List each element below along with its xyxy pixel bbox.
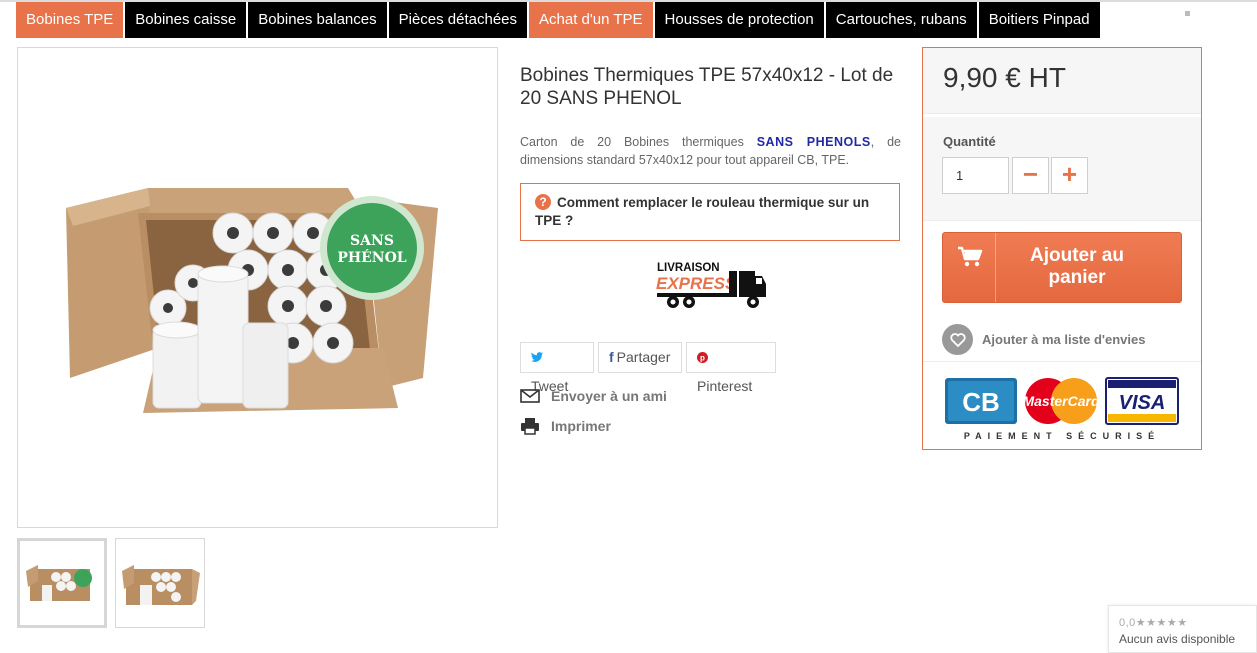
product-description: Carton de 20 Bobines thermiques SANS PHE… <box>520 133 901 169</box>
description-prefix: Carton de 20 Bobines thermiques <box>520 135 757 149</box>
buy-panel: 9,90 € HT Quantité 1 − + Ajouter au pani… <box>922 47 1202 450</box>
add-to-cart-label: Ajouter au panier <box>1030 245 1124 288</box>
thumbnail-2[interactable] <box>115 538 205 628</box>
send-to-friend-link[interactable]: Envoyer à un ami <box>520 386 667 406</box>
thumbnail-1[interactable] <box>17 538 107 628</box>
panel-divider <box>923 361 1201 362</box>
secure-payment-label: PAIEMENT SÉCURISÉ <box>963 431 1161 441</box>
livraison-line1: LIVRAISON <box>657 262 720 274</box>
product-title: Bobines Thermiques TPE 57x40x12 - Lot de… <box>520 65 894 109</box>
rating-stars: 0,0★★★★★ <box>1119 617 1188 629</box>
cart-icon <box>957 246 983 273</box>
nav-item-bobines-balances[interactable]: Bobines balances <box>248 2 387 38</box>
nav-overflow-marker <box>1185 11 1190 16</box>
question-icon: ? <box>535 194 551 210</box>
svg-text:p: p <box>700 354 705 363</box>
nav-item-cartouches[interactable]: Cartouches, rubans <box>825 2 977 38</box>
price-box: 9,90 € HT <box>923 48 1201 114</box>
category-nav: Bobines TPE Bobines caisse Bobines balan… <box>16 2 1102 38</box>
pinterest-icon: p <box>697 349 708 365</box>
quantity-decrease-button[interactable]: − <box>1012 157 1049 194</box>
tweet-button[interactable]: Tweet <box>520 342 594 394</box>
no-reviews-label: Aucun avis disponible <box>1119 632 1236 646</box>
nav-item-bobines-caisse[interactable]: Bobines caisse <box>125 2 247 38</box>
quantity-box: Quantité 1 − + <box>923 117 1201 221</box>
visa-logo: VISA <box>1119 392 1166 414</box>
cb-card-logo: CB <box>962 387 1000 417</box>
help-text: Comment remplacer le rouleau thermique s… <box>535 195 870 228</box>
print-label: Imprimer <box>551 418 611 434</box>
envelope-icon <box>520 386 540 406</box>
nav-item-achat-tpe[interactable]: Achat d'un TPE <box>529 2 653 38</box>
quantity-input[interactable]: 1 <box>942 157 1009 194</box>
description-strong: SANS PHENOLS <box>756 135 871 149</box>
help-replace-roll-link[interactable]: ? Comment remplacer le rouleau thermique … <box>520 183 900 241</box>
send-friend-label: Envoyer à un ami <box>551 388 667 404</box>
pinterest-label: Pinterest <box>697 378 753 394</box>
payment-cards: CB MasterCard VISA <box>945 376 1180 428</box>
wishlist-label: Ajouter à ma liste d'envies <box>982 332 1146 347</box>
nav-item-pieces-detachees[interactable]: Pièces détachées <box>388 2 528 38</box>
livraison-line2: EXPRESS <box>656 274 737 293</box>
heart-icon <box>942 324 973 355</box>
livraison-express-logo: LIVRAISON EXPRESS <box>655 258 770 312</box>
nav-item-boitiers-pinpad[interactable]: Boitiers Pinpad <box>978 2 1100 38</box>
print-link[interactable]: Imprimer <box>520 416 611 436</box>
facebook-share-button[interactable]: f Partager <box>598 342 682 373</box>
cart-separator <box>995 233 996 302</box>
partager-label: Partager <box>616 349 671 365</box>
add-to-cart-button[interactable]: Ajouter au panier <box>942 232 1182 303</box>
image-badge-line1: SANS <box>350 233 394 249</box>
quantity-increase-button[interactable]: + <box>1051 157 1088 194</box>
quantity-label: Quantité <box>943 134 996 149</box>
twitter-icon <box>531 349 543 365</box>
wishlist-link[interactable]: Ajouter à ma liste d'envies <box>942 324 1145 355</box>
nav-item-bobines-tpe[interactable]: Bobines TPE <box>16 2 124 38</box>
printer-icon <box>520 416 540 436</box>
product-main-image[interactable]: SANS PHÉNOL <box>17 47 498 528</box>
reviews-widget[interactable]: 0,0★★★★★ Aucun avis disponible <box>1108 605 1257 653</box>
pinterest-button[interactable]: p Pinterest <box>686 342 776 394</box>
facebook-icon: f <box>609 349 614 365</box>
mastercard-logo: MasterCard <box>1022 393 1099 409</box>
image-badge-line2: PHÉNOL <box>337 248 406 266</box>
product-price: 9,90 € HT <box>943 62 1066 93</box>
nav-item-housses[interactable]: Housses de protection <box>654 2 824 38</box>
